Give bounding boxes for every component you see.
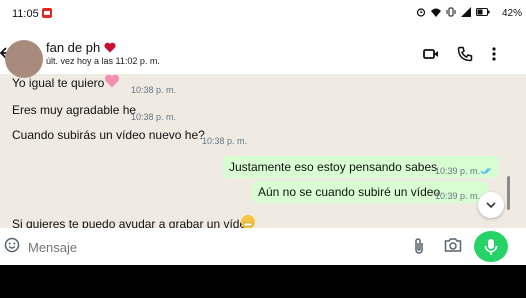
message-time: 10:38 p. m. (202, 136, 248, 146)
contact-avatar[interactable] (5, 40, 43, 78)
vibrate-icon (446, 7, 456, 17)
status-time: 11:05 (12, 8, 39, 20)
message-text: Aún no se cuando subiré un vídeo (258, 185, 441, 199)
message-outgoing[interactable]: Justamente eso estoy pensando sabes 10:3… (223, 156, 499, 178)
contact-name-text: fan de ph (46, 40, 101, 55)
wifi-icon (431, 8, 441, 17)
heart-icon (104, 42, 116, 53)
message-time: 10:38 p. m. (131, 85, 177, 95)
voice-message-button[interactable] (474, 231, 508, 262)
message-text: Justamente eso estoy pensando sabes (229, 160, 438, 174)
message-text: Cuando subirás un vídeo nuevo he? (12, 128, 205, 142)
camera-icon[interactable] (444, 237, 462, 253)
video-call-icon[interactable] (423, 46, 439, 62)
read-ticks-icon (480, 168, 491, 175)
alarm-icon (416, 8, 426, 17)
heart-emoji-icon (104, 74, 120, 88)
message-time: 10:38 p. m. (131, 112, 177, 122)
message-text: Eres muy agradable he (12, 103, 137, 117)
notification-icon (42, 8, 52, 18)
mic-icon (484, 239, 498, 255)
phone-icon[interactable] (457, 46, 473, 62)
whatsapp-screen: 11:05 42% fan de ph últ. vez hoy a las 1… (0, 0, 526, 265)
last-seen-status: últ. vez hoy a las 11:02 p. m. (46, 56, 160, 66)
attach-icon[interactable] (411, 237, 427, 255)
battery-percent: 42% (501, 8, 522, 19)
chevron-down-icon (486, 202, 496, 209)
contact-name[interactable]: fan de ph (46, 40, 116, 55)
battery-icon (476, 8, 490, 16)
signal-icon (461, 7, 471, 17)
more-vert-icon[interactable] (486, 46, 502, 62)
message-time: 10:39 p. m. (435, 166, 481, 176)
status-bar: 11:05 42% (0, 0, 526, 30)
emoji-icon[interactable] (4, 237, 20, 253)
scroll-down-button[interactable] (478, 192, 504, 218)
chat-area[interactable] (0, 72, 526, 232)
scrollbar[interactable] (507, 176, 510, 210)
message-composer (0, 228, 526, 265)
message-outgoing[interactable]: Aún no se cuando subiré un vídeo 10:39 p… (252, 181, 488, 203)
message-time: 10:39 p. m. (435, 191, 481, 201)
message-text: Yo igual te quiero (12, 76, 105, 90)
status-icons (416, 7, 490, 17)
message-input[interactable] (26, 235, 390, 259)
